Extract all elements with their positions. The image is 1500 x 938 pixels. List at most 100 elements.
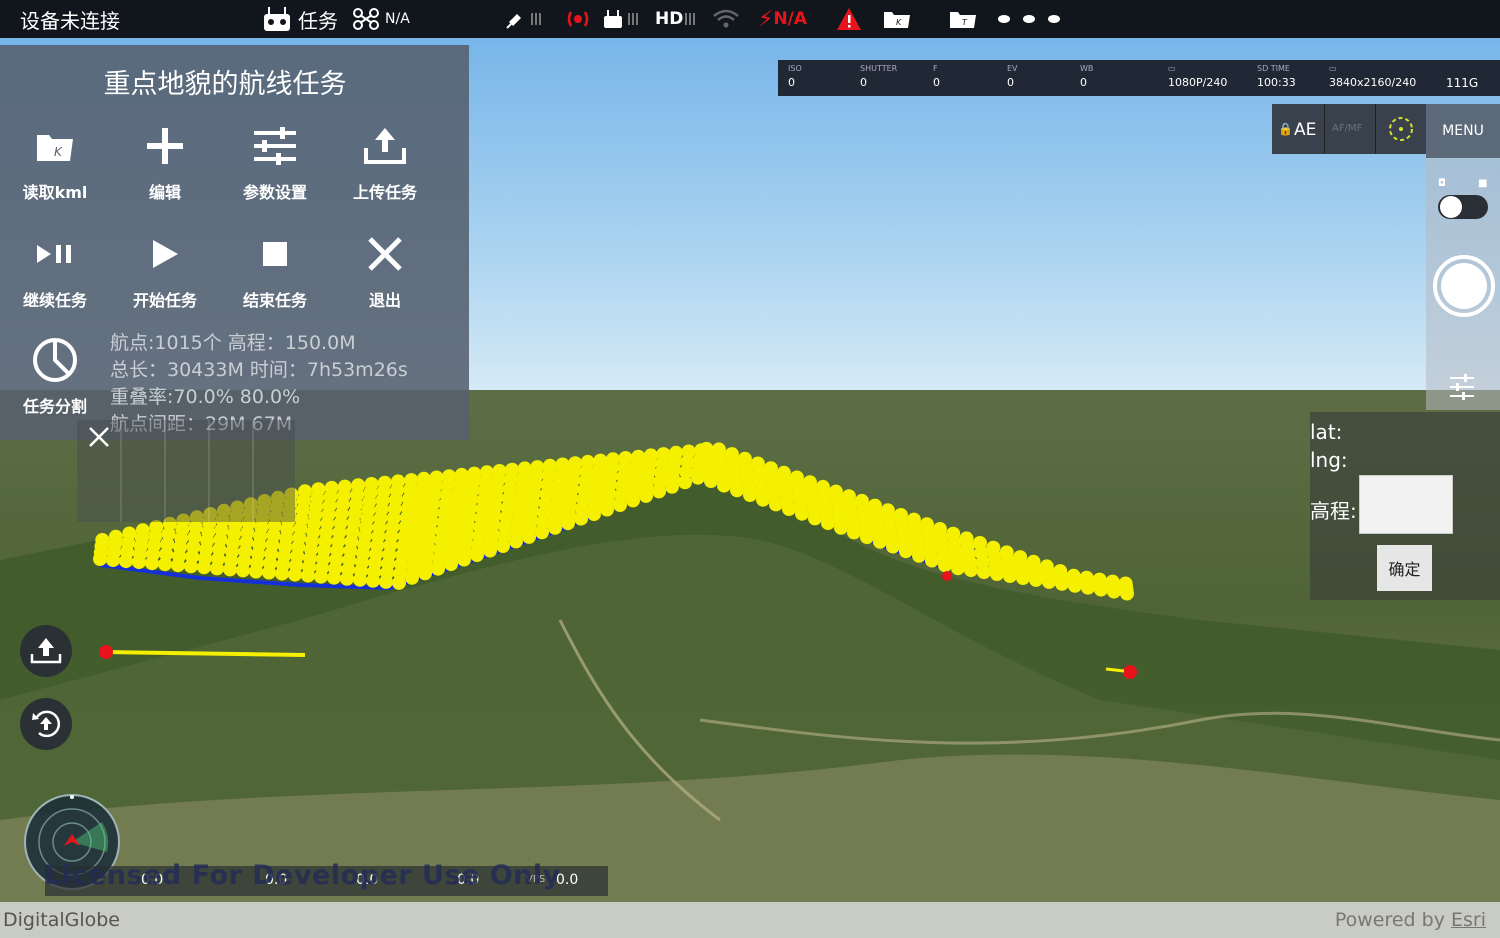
attribution-bar: DigitalGlobe Powered by Esri — [0, 902, 1500, 938]
wb-value: WB 0 — [1080, 64, 1094, 89]
waypoint — [986, 540, 1001, 555]
lock-icon[interactable]: 🔒 — [1278, 122, 1293, 136]
waypoint — [919, 517, 934, 532]
video-icon: ▭ — [1168, 64, 1176, 73]
info-overlap: 重叠率:70.0% 80.0% — [110, 386, 301, 408]
start-task-label: 开始任务 — [132, 291, 197, 310]
waypoint — [972, 536, 987, 550]
waypoint — [580, 454, 595, 469]
waypoint — [135, 523, 150, 538]
takeoff-button[interactable] — [20, 625, 72, 677]
waypoint — [467, 466, 482, 481]
parameter-settings-button[interactable]: 参数设置 — [225, 123, 325, 203]
info-length: 总长：30433M 时间：7h53m26s — [110, 359, 408, 381]
waypoint — [95, 533, 110, 547]
waypoint — [505, 462, 520, 477]
close-mini-view-icon[interactable] — [88, 426, 110, 452]
waypoint — [416, 471, 431, 486]
iso-value: ISO 0 — [788, 64, 802, 89]
return-home-button[interactable] — [20, 698, 72, 750]
waypoint — [1013, 550, 1028, 565]
signal-warning-icon — [565, 0, 591, 38]
photo-video-toggle[interactable] — [1438, 195, 1488, 219]
exit-label: 退出 — [368, 291, 401, 310]
waypoint — [699, 441, 714, 456]
start-task-button[interactable]: 开始任务 — [115, 231, 215, 311]
waypoint — [999, 545, 1014, 560]
waypoint — [763, 461, 778, 476]
waypoint — [776, 465, 791, 480]
video-mode-icon: ■ — [1478, 178, 1488, 189]
waypoint — [854, 493, 869, 508]
continue-task-button[interactable]: 继续任务 — [5, 231, 105, 311]
waypoint — [789, 470, 804, 485]
end-task-button[interactable]: 结束任务 — [225, 231, 325, 311]
kml-folder-icon[interactable]: K — [882, 0, 912, 38]
aperture-value: F0 — [933, 64, 940, 89]
waypoint — [656, 447, 671, 462]
waypoint — [479, 465, 494, 480]
mode-label: 任务 — [298, 8, 338, 33]
more-icon[interactable] — [997, 0, 1063, 38]
photo-format: ▭ 3840x2160/240 — [1329, 64, 1417, 89]
af-mf-button[interactable]: AF/MF — [1332, 123, 1362, 134]
read-kml-button[interactable]: K 读取kml — [5, 123, 105, 203]
plus-icon — [115, 123, 215, 169]
waypoint — [711, 442, 726, 457]
edit-button[interactable]: 编辑 — [115, 123, 215, 203]
waypoint — [946, 526, 961, 541]
toggle-knob — [1440, 196, 1462, 218]
sd-time: SD TIME 100:33 — [1257, 64, 1296, 89]
menu-button[interactable]: MENU — [1426, 104, 1500, 158]
info-waypoints: 航点:1015个 高程：150.0M — [110, 332, 356, 354]
elevation-input[interactable] — [1359, 475, 1453, 534]
wifi-icon — [712, 0, 740, 38]
waypoint — [517, 461, 532, 476]
upload-task-button[interactable]: 上传任务 — [335, 123, 435, 203]
waypoint — [802, 475, 817, 490]
ae-button[interactable]: AE — [1294, 120, 1316, 140]
waypoint — [880, 503, 895, 518]
developer-watermark: Licensed For Developer Use Only — [44, 860, 561, 891]
hd-signal-icon — [681, 0, 703, 38]
waypoint — [377, 475, 392, 490]
exit-button[interactable]: 退出 — [335, 231, 435, 311]
camera-settings-bar[interactable]: ISO 0 SHUTTER 0 F0 EV 0 WB 0 ▭ 1080P/240 SD T… — [778, 60, 1500, 96]
waypoint — [429, 470, 444, 485]
confirm-button[interactable]: 确定 — [1377, 545, 1432, 591]
divider — [1324, 104, 1325, 154]
focus-target-icon[interactable] — [1386, 114, 1416, 148]
storage-capacity: 111G — [1446, 76, 1479, 90]
waypoint — [932, 522, 947, 536]
drone-icon — [352, 0, 380, 38]
waypoint — [828, 484, 843, 499]
waypoint — [1105, 574, 1120, 589]
return-home-icon — [32, 710, 60, 738]
rc-signal-icon — [602, 0, 646, 38]
aircraft-marker — [1123, 665, 1137, 679]
shutter-button[interactable] — [1433, 255, 1495, 317]
warning-icon[interactable] — [836, 0, 862, 38]
play-pause-icon — [5, 231, 105, 277]
hd-label: HD — [655, 9, 684, 29]
waypoint — [555, 457, 570, 472]
waypoint — [568, 456, 583, 471]
photo-mode-icon: ◘ — [1438, 178, 1446, 189]
camera-settings-icon[interactable] — [1448, 373, 1476, 405]
waypoint — [530, 460, 545, 475]
waypoint — [1118, 576, 1133, 591]
task-folder-icon[interactable]: T — [948, 0, 978, 38]
task-split-button[interactable]: 任务分割 — [5, 337, 105, 417]
status-bar: 设备未连接 任务 N/A HD ⚡ N/A K T — [0, 0, 1500, 38]
continue-task-label: 继续任务 — [22, 291, 87, 310]
video-format: ▭ 1080P/240 — [1168, 64, 1228, 89]
remote-controller-icon — [262, 0, 292, 38]
waypoint — [1053, 564, 1068, 579]
waypoint — [311, 482, 326, 497]
waypoint — [108, 529, 123, 544]
waypoint — [737, 451, 752, 466]
attribution-esri[interactable]: Powered by Esri — [1335, 909, 1486, 931]
waypoint — [1039, 559, 1054, 574]
elevation-label: 高程: — [1310, 499, 1357, 523]
exposure-bar: 🔒 AE AF/MF — [1272, 104, 1426, 154]
